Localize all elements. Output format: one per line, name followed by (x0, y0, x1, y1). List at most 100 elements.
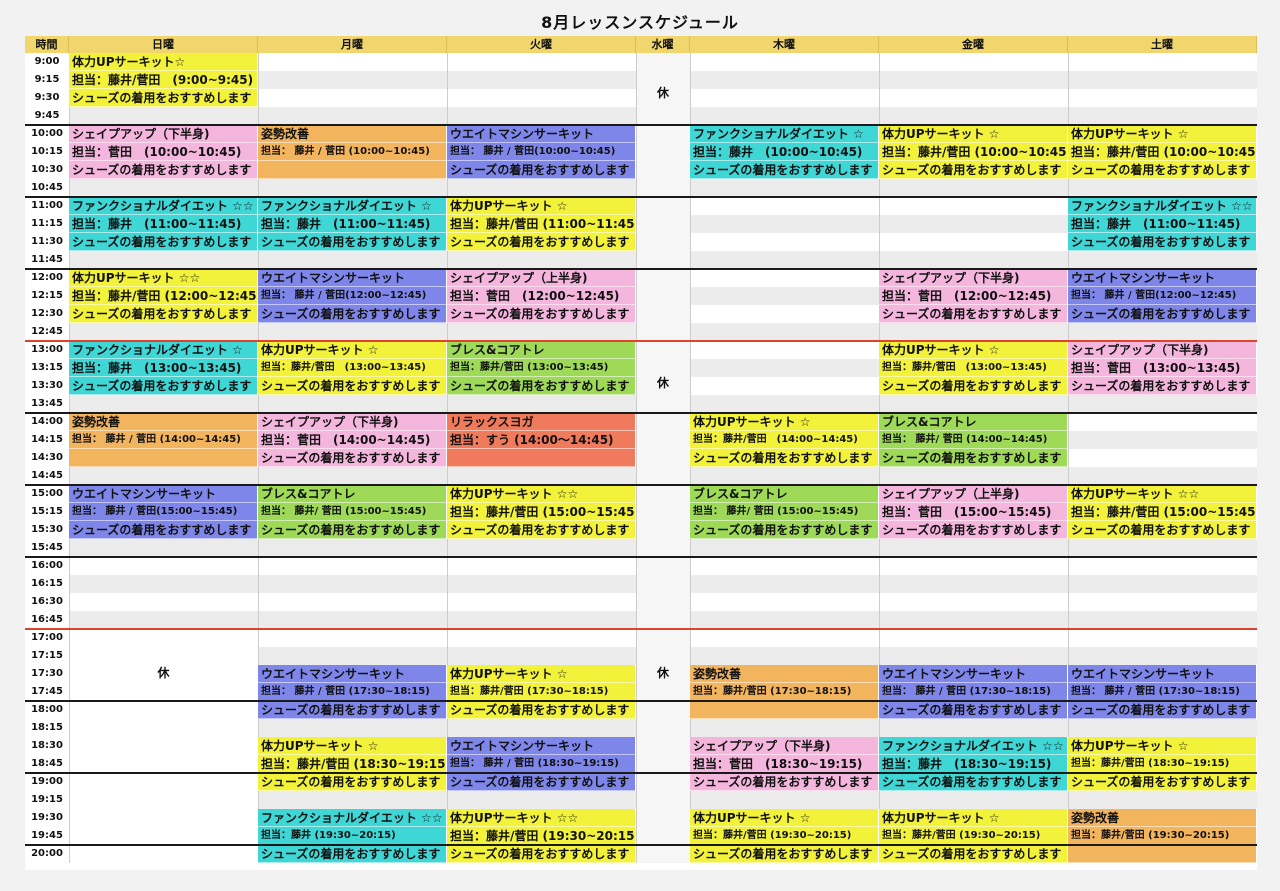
time-label: 11:00 (31, 200, 63, 211)
instructor-time: 担当：藤井/菅田 (18:30~19:15) (258, 755, 446, 773)
class-block[interactable]: 体力UPサーキット ☆ 担当：藤井/菅田 (11:00~11:45) シューズの着用… (447, 197, 636, 251)
class-block[interactable]: 体力UPサーキット ☆☆ 担当：藤井/菅田 (15:00~15:45) シューズの着… (447, 485, 636, 539)
class-block[interactable]: ファンクショナルダイエット ☆ 担当：藤井 (11:00~11:45) シューズの着… (258, 197, 447, 251)
shoes-note: シューズの着用をおすすめします (258, 377, 446, 395)
class-block[interactable]: シェイプアップ（下半身) 担当：菅田 (14:00~14:45) シューズの着用をお… (258, 413, 447, 467)
instructor-time: 担当： 藤井 / 菅田 (17:30~18:15) (258, 683, 446, 701)
class-block[interactable]: 体力UPサーキット ☆ 担当：藤井/菅田 (10:00~10:45) シューズの着用… (1068, 125, 1257, 179)
class-block[interactable]: 体力UPサーキット ☆☆ 担当：藤井/菅田 (19:30~20:15) シューズの着… (447, 809, 636, 863)
class-block[interactable]: ウエイトマシンサーキット 担当： 藤井 / 菅田 (17:30~18:15) シュー… (1068, 665, 1257, 719)
class-block[interactable]: 体力UPサーキット ☆ 担当：藤井/菅田 (13:00~13:45) シューズの着用… (258, 341, 447, 395)
hour-divider (25, 484, 1257, 486)
class-block[interactable]: 体力UPサーキット ☆ 担当：藤井/菅田 (14:00~14:45) シューズの着用… (690, 413, 879, 467)
column-header: 金曜 (879, 36, 1068, 53)
class-name: ファンクショナルダイエット ☆☆ (1068, 197, 1256, 215)
class-block[interactable]: 体力UPサーキット ☆ 担当：藤井/菅田 (18:30~19:15) シューズの着用… (258, 737, 447, 791)
class-block[interactable]: 体力UPサーキット ☆☆ 担当：藤井/菅田 (12:00~12:45) シューズの着… (69, 269, 258, 323)
shoes-note: シューズの着用をおすすめします (1068, 701, 1256, 719)
class-name: 体力UPサーキット ☆ (258, 341, 446, 359)
time-label: 11:45 (31, 254, 63, 265)
instructor-time: 担当：藤井 (13:00~13:45) (69, 359, 257, 377)
class-block[interactable]: 体力UPサーキット ☆ 担当：藤井/菅田 (19:30~20:15) シューズの着用… (879, 809, 1068, 863)
class-block[interactable]: 体力UPサーキット ☆ 担当：藤井/菅田 (13:00~13:45) シューズの着用… (879, 341, 1068, 395)
class-name: 姿勢改善 (1068, 809, 1256, 827)
class-name: ファンクショナルダイエット ☆ (258, 197, 446, 215)
shoes-note: シューズの着用をおすすめします (1068, 521, 1256, 539)
class-block[interactable]: 体力UPサーキット ☆☆ 担当：藤井/菅田 (15:00~15:45) シューズの着… (1068, 485, 1257, 539)
instructor-time: 担当：菅田 (14:00~14:45) (258, 431, 446, 449)
class-block[interactable]: ブレス&コアトレ 担当： 藤井/ 菅田 (14:00~14:45) シューズの着用を… (879, 413, 1068, 467)
hour-divider (25, 700, 1257, 702)
class-name: 姿勢改善 (69, 413, 257, 431)
class-block[interactable]: ウエイトマシンサーキット 担当： 藤井 / 菅田(15:00~15:45) シューズ… (69, 485, 258, 539)
class-block[interactable]: シェイプアップ（上半身) 担当：菅田 (15:00~15:45) シューズの着用をお… (879, 485, 1068, 539)
instructor-time: 担当：藤井/菅田 (9:00~9:45) (69, 71, 257, 89)
instructor-time: 担当：藤井/菅田 (19:30~20:15) (879, 827, 1067, 845)
time-label: 12:30 (31, 308, 63, 319)
instructor-time: 担当：菅田 (12:00~12:45) (447, 287, 635, 305)
class-block[interactable]: ウエイトマシンサーキット 担当： 藤井 / 菅田(12:00~12:45) シューズ… (258, 269, 447, 323)
instructor-time: 担当：藤井/菅田 (17:30~18:15) (447, 683, 635, 701)
time-label: 10:30 (31, 164, 63, 175)
class-block[interactable]: 体力UPサーキット☆ 担当：藤井/菅田 (9:00~9:45) シューズの着用をおす… (69, 53, 258, 107)
time-label: 17:45 (31, 686, 63, 697)
class-block[interactable]: 体力UPサーキット ☆ 担当：藤井/菅田 (10:00~10:45) シューズの着用… (879, 125, 1068, 179)
shoes-note: シューズの着用をおすすめします (69, 233, 257, 251)
instructor-time: 担当： 藤井/ 菅田 (15:00~15:45) (258, 503, 446, 521)
class-block[interactable]: リラックスヨガ 担当：すう (14:00～14:45) (447, 413, 636, 467)
class-block[interactable]: シェイプアップ（下半身) 担当：菅田 (12:00~12:45) シューズの着用をお… (879, 269, 1068, 323)
class-name: 体力UPサーキット ☆ (879, 341, 1067, 359)
hour-divider (25, 340, 1257, 342)
class-block[interactable]: シェイプアップ（下半身) 担当：菅田 (10:00~10:45) シューズの着用をお… (69, 125, 258, 179)
class-block[interactable]: ファンクショナルダイエット ☆ 担当：藤井 (10:00~10:45) シューズの着… (690, 125, 879, 179)
class-block[interactable]: ウエイトマシンサーキット 担当： 藤井 / 菅田 (17:30~18:15) シュー… (879, 665, 1068, 719)
time-label: 14:45 (31, 470, 63, 481)
class-block[interactable]: 姿勢改善 担当： 藤井 / 菅田 (10:00~10:45) (258, 125, 447, 179)
instructor-time: 担当： 藤井 / 菅田(15:00~15:45) (69, 503, 257, 521)
class-block[interactable]: ファンクショナルダイエット ☆ 担当：藤井 (13:00~13:45) シューズの着… (69, 341, 258, 395)
shoes-note: シューズの着用をおすすめします (69, 89, 257, 107)
instructor-time: 担当：すう (14:00～14:45) (447, 431, 635, 449)
class-block[interactable]: 体力UPサーキット ☆ 担当：藤井/菅田 (17:30~18:15) シューズの着用… (447, 665, 636, 719)
class-name: ブレス&コアトレ (879, 413, 1067, 431)
instructor-time: 担当：藤井/菅田 (17:30~18:15) (690, 683, 878, 701)
instructor-time: 担当：藤井 (19:30~20:15) (258, 827, 446, 845)
class-block[interactable]: 姿勢改善 担当：藤井/菅田 (17:30~18:15) (690, 665, 879, 719)
instructor-time: 担当：藤井/菅田 (11:00~11:45) (447, 215, 635, 233)
class-block[interactable]: 姿勢改善 担当：藤井/菅田 (19:30~20:15) (1068, 809, 1257, 863)
class-block[interactable]: ブレス&コアトレ 担当： 藤井/ 菅田 (15:00~15:45) シューズの着用を… (258, 485, 447, 539)
instructor-time: 担当：藤井/菅田 (19:30~20:15) (447, 827, 635, 845)
class-block[interactable]: ウエイトマシンサーキット 担当： 藤井 / 菅田(10:00~10:45) シューズ… (447, 125, 636, 179)
class-block[interactable]: ウエイトマシンサーキット 担当： 藤井 / 菅田 (17:30~18:15) シュー… (258, 665, 447, 719)
time-label: 18:30 (31, 740, 63, 751)
class-block[interactable]: シェイプアップ（下半身) 担当：菅田 (13:00~13:45) シューズの着用をお… (1068, 341, 1257, 395)
class-block[interactable]: ウエイトマシンサーキット 担当： 藤井 / 菅田 (18:30~19:15) シュー… (447, 737, 636, 791)
class-name: 姿勢改善 (258, 125, 446, 143)
column-header: 水曜 (636, 36, 690, 53)
class-block[interactable]: ファンクショナルダイエット ☆☆ 担当：藤井 (11:00~11:45) シューズの… (1068, 197, 1257, 251)
instructor-time: 担当： 藤井/ 菅田 (15:00~15:45) (690, 503, 878, 521)
class-block[interactable]: 体力UPサーキット ☆ 担当：藤井/菅田 (19:30~20:15) シューズの着用… (690, 809, 879, 863)
shoes-note: シューズの着用をおすすめします (258, 773, 446, 791)
class-block[interactable]: 体力UPサーキット ☆ 担当：藤井/菅田 (18:30~19:15) シューズの着用… (1068, 737, 1257, 791)
class-block[interactable]: ファンクショナルダイエット ☆☆ 担当：藤井 (11:00~11:45) シューズの… (69, 197, 258, 251)
class-name: シェイプアップ（下半身) (879, 269, 1067, 287)
class-block[interactable]: ファンクショナルダイエット ☆☆ 担当：藤井 (19:30~20:15) シューズの… (258, 809, 447, 863)
class-name: 体力UPサーキット ☆ (879, 809, 1067, 827)
class-block[interactable]: 姿勢改善 担当： 藤井 / 菅田 (14:00~14:45) (69, 413, 258, 467)
class-block[interactable]: シェイプアップ（下半身) 担当：菅田 (18:30~19:15) シューズの着用をお… (690, 737, 879, 791)
shoes-note: シューズの着用をおすすめします (69, 305, 257, 323)
shoes-note: シューズの着用をおすすめします (447, 233, 635, 251)
class-block[interactable]: ウエイトマシンサーキット 担当： 藤井 / 菅田(12:00~12:45) シューズ… (1068, 269, 1257, 323)
class-block[interactable]: ブレス&コアトレ 担当： 藤井/ 菅田 (15:00~15:45) シューズの着用を… (690, 485, 879, 539)
instructor-time: 担当： 藤井 / 菅田 (14:00~14:45) (69, 431, 257, 449)
class-block[interactable]: シェイプアップ（上半身) 担当：菅田 (12:00~12:45) シューズの着用をお… (447, 269, 636, 323)
class-name: 姿勢改善 (690, 665, 878, 683)
instructor-time: 担当：藤井/菅田 (13:00~13:45) (879, 359, 1067, 377)
time-label: 12:00 (31, 272, 63, 283)
class-block[interactable]: ファンクショナルダイエット ☆☆ 担当：藤井 (18:30~19:15) シューズの… (879, 737, 1068, 791)
shoes-note: シューズの着用をおすすめします (69, 161, 257, 179)
instructor-time: 担当： 藤井 / 菅田 (18:30~19:15) (447, 755, 635, 773)
shoes-note: シューズの着用をおすすめします (879, 701, 1067, 719)
class-block[interactable]: ブレス&コアトレ 担当：藤井/菅田 (13:00~13:45) シューズの着用をおす… (447, 341, 636, 395)
